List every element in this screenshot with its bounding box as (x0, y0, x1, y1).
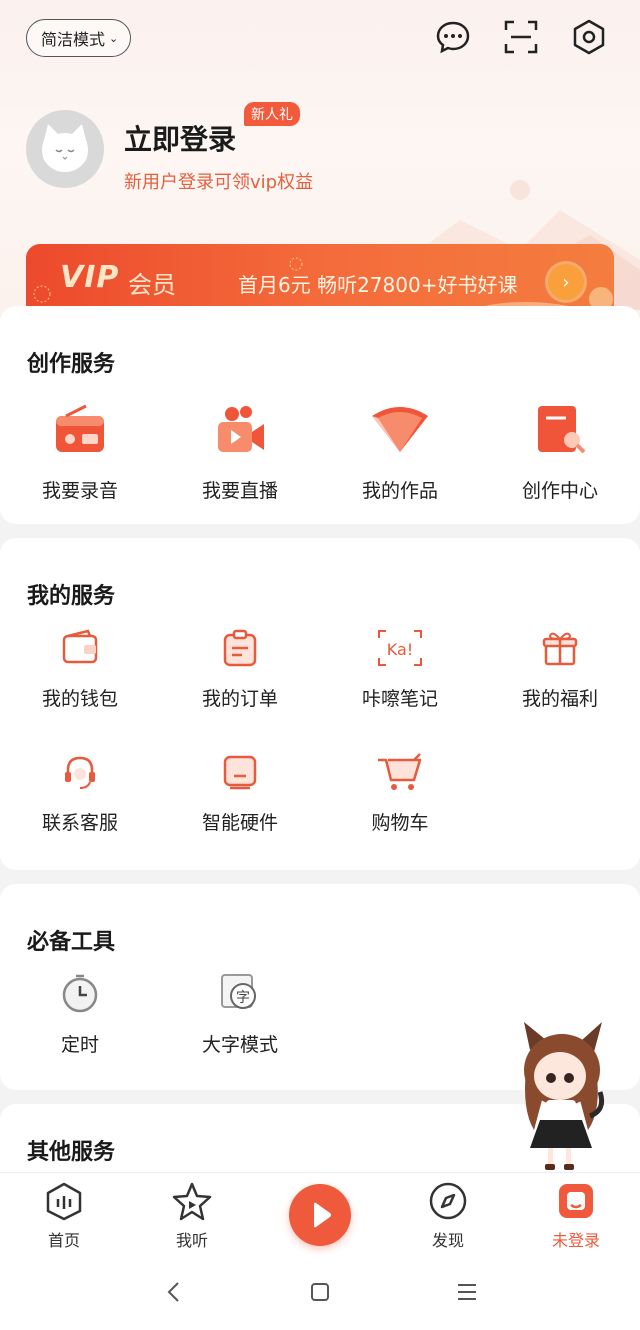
menu-icon[interactable] (456, 1280, 478, 1304)
item-label: 咔嚓笔记 (361, 688, 438, 710)
vip-member-label: 会员 (128, 271, 176, 299)
section-title: 创作服务 (27, 352, 116, 377)
section-title: 我的服务 (27, 584, 116, 609)
section-title: 其他服务 (27, 1140, 116, 1165)
large-font-item[interactable]: 字 大字模式 (160, 972, 320, 1082)
ka-notes-item[interactable]: Ka! 咔嚓笔记 (320, 628, 480, 738)
zi-text: 字 (236, 990, 250, 1006)
cart-icon (378, 753, 422, 790)
item-label: 定时 (60, 1034, 99, 1056)
mascot-character[interactable] (516, 1020, 608, 1174)
creation-services-card: 创作服务 我要录音 我要直播 我的作品 创作中心 (0, 306, 640, 524)
nav-label: 我听 (175, 1231, 208, 1250)
my-services-card: 我的服务 我的钱包 我的订单 Ka! 咔嚓笔记 我的福利 联系客服 智能硬件 购… (0, 538, 640, 870)
item-label: 我要录音 (41, 480, 118, 502)
headset-icon (65, 756, 95, 789)
timer-item[interactable]: 定时 (0, 972, 160, 1082)
timer-icon (62, 974, 98, 1013)
new-user-badge: 新人礼 (244, 102, 300, 126)
login-title[interactable]: 立即登录 (124, 118, 236, 158)
large-font-icon: 字 (221, 974, 256, 1009)
profile-icon (559, 1184, 593, 1218)
item-label: 购物车 (371, 812, 429, 834)
login-subtitle[interactable]: 新用户登录可领vip权益 (124, 168, 313, 194)
back-icon[interactable] (164, 1280, 184, 1304)
smart-hardware-item[interactable]: 智能硬件 (160, 752, 320, 862)
ka-text: Ka! (387, 640, 413, 659)
item-label: 我的福利 (521, 688, 598, 710)
play-button[interactable] (289, 1184, 351, 1246)
record-audio-item[interactable]: 我要录音 (0, 402, 160, 512)
simple-mode-button[interactable]: 简洁模式 ⌄ (26, 19, 132, 57)
section-title: 必备工具 (27, 930, 116, 955)
arrow-right-icon[interactable]: › (548, 264, 584, 300)
settings-icon[interactable] (570, 18, 608, 56)
item-label: 创作中心 (521, 480, 598, 502)
document-search-icon (538, 406, 586, 454)
top-bar: 简洁模式 ⌄ (0, 0, 640, 80)
item-label: 我的钱包 (41, 688, 118, 710)
wallet-icon (62, 629, 98, 664)
simple-mode-label: 简洁模式 (41, 30, 106, 49)
gift-icon (542, 632, 578, 666)
message-icon[interactable] (434, 18, 472, 56)
live-stream-item[interactable]: 我要直播 (160, 402, 320, 512)
my-works-item[interactable]: 我的作品 (320, 402, 480, 512)
benefits-item[interactable]: 我的福利 (480, 628, 640, 738)
star-icon (172, 1182, 212, 1221)
item-label: 我的订单 (201, 688, 278, 710)
chevron-down-icon: ⌄ (109, 31, 119, 45)
vip-logo: VIP (60, 260, 120, 295)
item-label: 智能硬件 (201, 812, 278, 834)
home-icon (46, 1182, 82, 1221)
wallet-item[interactable]: 我的钱包 (0, 628, 160, 738)
avatar[interactable] (26, 110, 104, 188)
radio-icon (56, 404, 104, 452)
video-camera-icon (218, 406, 264, 452)
nav-label: 首页 (47, 1231, 80, 1250)
nav-discover[interactable]: 发现 (384, 1181, 512, 1251)
cat-avatar-icon (42, 124, 88, 172)
fan-icon (372, 407, 428, 452)
item-label: 我的作品 (361, 480, 438, 502)
shopping-cart-item[interactable]: 购物车 (320, 752, 480, 862)
orders-item[interactable]: 我的订单 (160, 628, 320, 738)
item-label: 联系客服 (41, 812, 118, 834)
nav-listen[interactable]: 我听 (128, 1181, 256, 1251)
nav-label: 发现 (431, 1231, 464, 1250)
vip-promo-text: 首月6元 畅听27800+好书好课 (238, 273, 518, 297)
ka-note-icon: Ka! (378, 630, 422, 666)
item-label: 我要直播 (201, 480, 278, 502)
home-square-icon[interactable] (309, 1280, 331, 1304)
nav-profile[interactable]: 未登录 (512, 1181, 640, 1251)
scan-icon[interactable] (502, 18, 540, 56)
compass-icon (429, 1182, 467, 1220)
customer-service-item[interactable]: 联系客服 (0, 752, 160, 862)
nav-label: 未登录 (551, 1231, 600, 1250)
clipboard-icon (223, 629, 257, 667)
system-nav-bar (0, 1254, 640, 1330)
profile-section[interactable]: 立即登录 新人礼 新用户登录可领vip权益 (26, 102, 616, 200)
device-icon (223, 755, 257, 790)
nav-home[interactable]: 首页 (0, 1181, 128, 1251)
play-icon (314, 1202, 331, 1228)
creation-center-item[interactable]: 创作中心 (480, 402, 640, 512)
item-label: 大字模式 (201, 1034, 278, 1056)
